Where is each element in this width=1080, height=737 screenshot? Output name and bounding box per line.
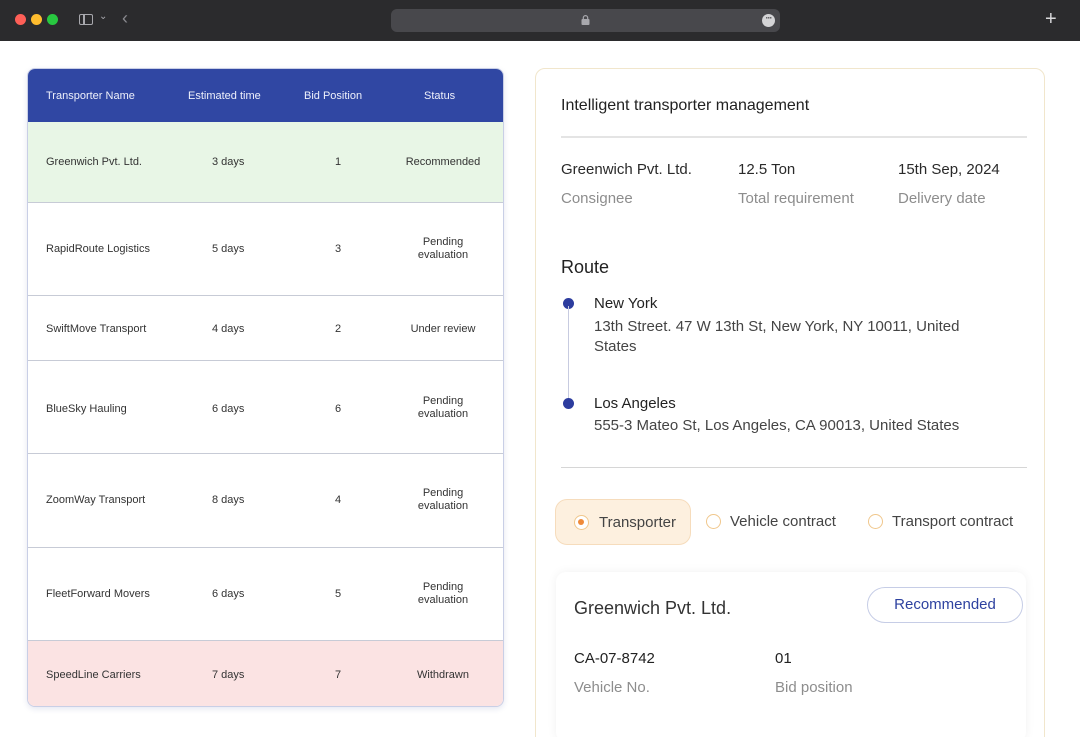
cell-status: Pending evaluation [417, 236, 469, 261]
header-transporter-name: Transporter Name [46, 90, 135, 102]
cell-bid-position: 5 [334, 588, 342, 600]
vehicle-number-value: CA-07-8742 [574, 650, 655, 667]
tab-vehicle-contract-label: Vehicle contract [730, 513, 836, 530]
consignee-label: Consignee [561, 190, 633, 207]
status-badge[interactable]: Recommended [867, 587, 1023, 623]
tab-transporter-label: Transporter [599, 514, 676, 531]
more-options-icon[interactable]: ··· [762, 14, 775, 27]
cell-transporter-name: ZoomWay Transport [46, 494, 146, 506]
cell-estimated-time: 3 days [212, 156, 245, 168]
cell-transporter-name: FleetForward Movers [46, 588, 150, 600]
table-row[interactable]: SpeedLine Carriers 7 days 7 Withdrawn [28, 640, 503, 706]
tab-transport-contract[interactable]: Transport contract [868, 499, 1038, 545]
table-row[interactable]: FleetForward Movers 6 days 5 Pending eva… [28, 547, 503, 640]
radio-selected-icon[interactable] [574, 515, 589, 530]
bid-position-value: 01 [775, 650, 792, 667]
cell-status: Pending evaluation [417, 487, 469, 512]
cell-transporter-name: BlueSky Hauling [46, 403, 127, 415]
cell-bid-position: 6 [334, 403, 342, 415]
table-row[interactable]: BlueSky Hauling 6 days 6 Pending evaluat… [28, 360, 503, 453]
cell-estimated-time: 7 days [212, 669, 245, 681]
cell-estimated-time: 6 days [212, 403, 245, 415]
close-window-button[interactable] [15, 14, 26, 25]
chevron-down-icon[interactable]: ⌄ [99, 11, 107, 22]
address-bar[interactable]: ··· [391, 9, 780, 32]
table-row[interactable]: ZoomWay Transport 8 days 4 Pending evalu… [28, 453, 503, 547]
consignee-value: Greenwich Pvt. Ltd. [561, 161, 692, 178]
origin-city: New York [594, 295, 658, 312]
cell-estimated-time: 6 days [212, 588, 245, 600]
cell-status: Under review [410, 323, 476, 335]
route-title: Route [561, 257, 610, 277]
lock-icon [581, 15, 590, 25]
destination-dot-icon [563, 398, 574, 409]
route-line [568, 306, 569, 404]
cell-status: Withdrawn [417, 669, 469, 681]
delivery-date-value: 15th Sep, 2024 [898, 161, 1000, 178]
vehicle-number-label: Vehicle No. [574, 679, 650, 696]
cell-bid-position: 7 [334, 669, 342, 681]
header-status: Status [424, 90, 456, 102]
tab-vehicle-contract[interactable]: Vehicle contract [706, 499, 856, 545]
minimize-window-button[interactable] [31, 14, 42, 25]
cell-transporter-name: RapidRoute Logistics [46, 243, 150, 255]
cell-bid-position: 3 [334, 243, 342, 255]
radio-unselected-icon[interactable] [706, 514, 721, 529]
cell-transporter-name: Greenwich Pvt. Ltd. [46, 156, 142, 168]
origin-address: 13th Street. 47 W 13th St, New York, NY … [594, 318, 960, 355]
cell-estimated-time: 5 days [212, 243, 245, 255]
divider [561, 136, 1027, 138]
back-arrow-icon[interactable]: ‹ [122, 9, 128, 27]
table-header: Transporter Name Estimated time Bid Posi… [28, 69, 503, 122]
detail-transporter-name: Greenwich Pvt. Ltd. [574, 598, 732, 618]
cell-transporter-name: SwiftMove Transport [46, 323, 147, 335]
delivery-date-label: Delivery date [898, 190, 986, 207]
requirement-label: Total requirement [738, 190, 854, 207]
cell-estimated-time: 8 days [212, 494, 245, 506]
header-estimated-time: Estimated time [188, 90, 261, 102]
browser-toolbar: ⌄ ‹ ··· + [0, 0, 1080, 41]
transporter-table: Transporter Name Estimated time Bid Posi… [27, 68, 504, 707]
destination-city: Los Angeles [594, 395, 676, 412]
tab-transporter[interactable]: Transporter [555, 499, 691, 545]
panel-title: Intelligent transporter management [561, 97, 810, 114]
requirement-value: 12.5 Ton [738, 161, 796, 178]
transporter-detail-card: Greenwich Pvt. Ltd. Recommended CA-07-87… [556, 572, 1026, 737]
sidebar-toggle-icon[interactable] [79, 14, 93, 25]
cell-status: Recommended [405, 156, 481, 168]
table-row[interactable]: RapidRoute Logistics 5 days 3 Pending ev… [28, 202, 503, 295]
table-row[interactable]: SwiftMove Transport 4 days 2 Under revie… [28, 295, 503, 360]
header-bid-position: Bid Position [304, 90, 363, 102]
divider [561, 467, 1027, 468]
cell-bid-position: 4 [334, 494, 342, 506]
cell-status: Pending evaluation [417, 395, 469, 420]
destination-address: 555-3 Mateo St, Los Angeles, CA 90013, U… [594, 417, 960, 434]
cell-transporter-name: SpeedLine Carriers [46, 669, 141, 681]
new-tab-icon[interactable]: + [1045, 8, 1057, 30]
tab-transport-contract-label: Transport contract [892, 513, 1014, 530]
table-row[interactable]: Greenwich Pvt. Ltd. 3 days 1 Recommended [28, 122, 503, 202]
cell-estimated-time: 4 days [212, 323, 245, 335]
transporter-management-panel: Intelligent transporter management Green… [535, 68, 1045, 737]
cell-bid-position: 2 [334, 323, 342, 335]
maximize-window-button[interactable] [47, 14, 58, 25]
radio-unselected-icon[interactable] [868, 514, 883, 529]
cell-status: Pending evaluation [417, 581, 469, 606]
cell-bid-position: 1 [334, 156, 342, 168]
bid-position-label: Bid position [775, 679, 853, 696]
